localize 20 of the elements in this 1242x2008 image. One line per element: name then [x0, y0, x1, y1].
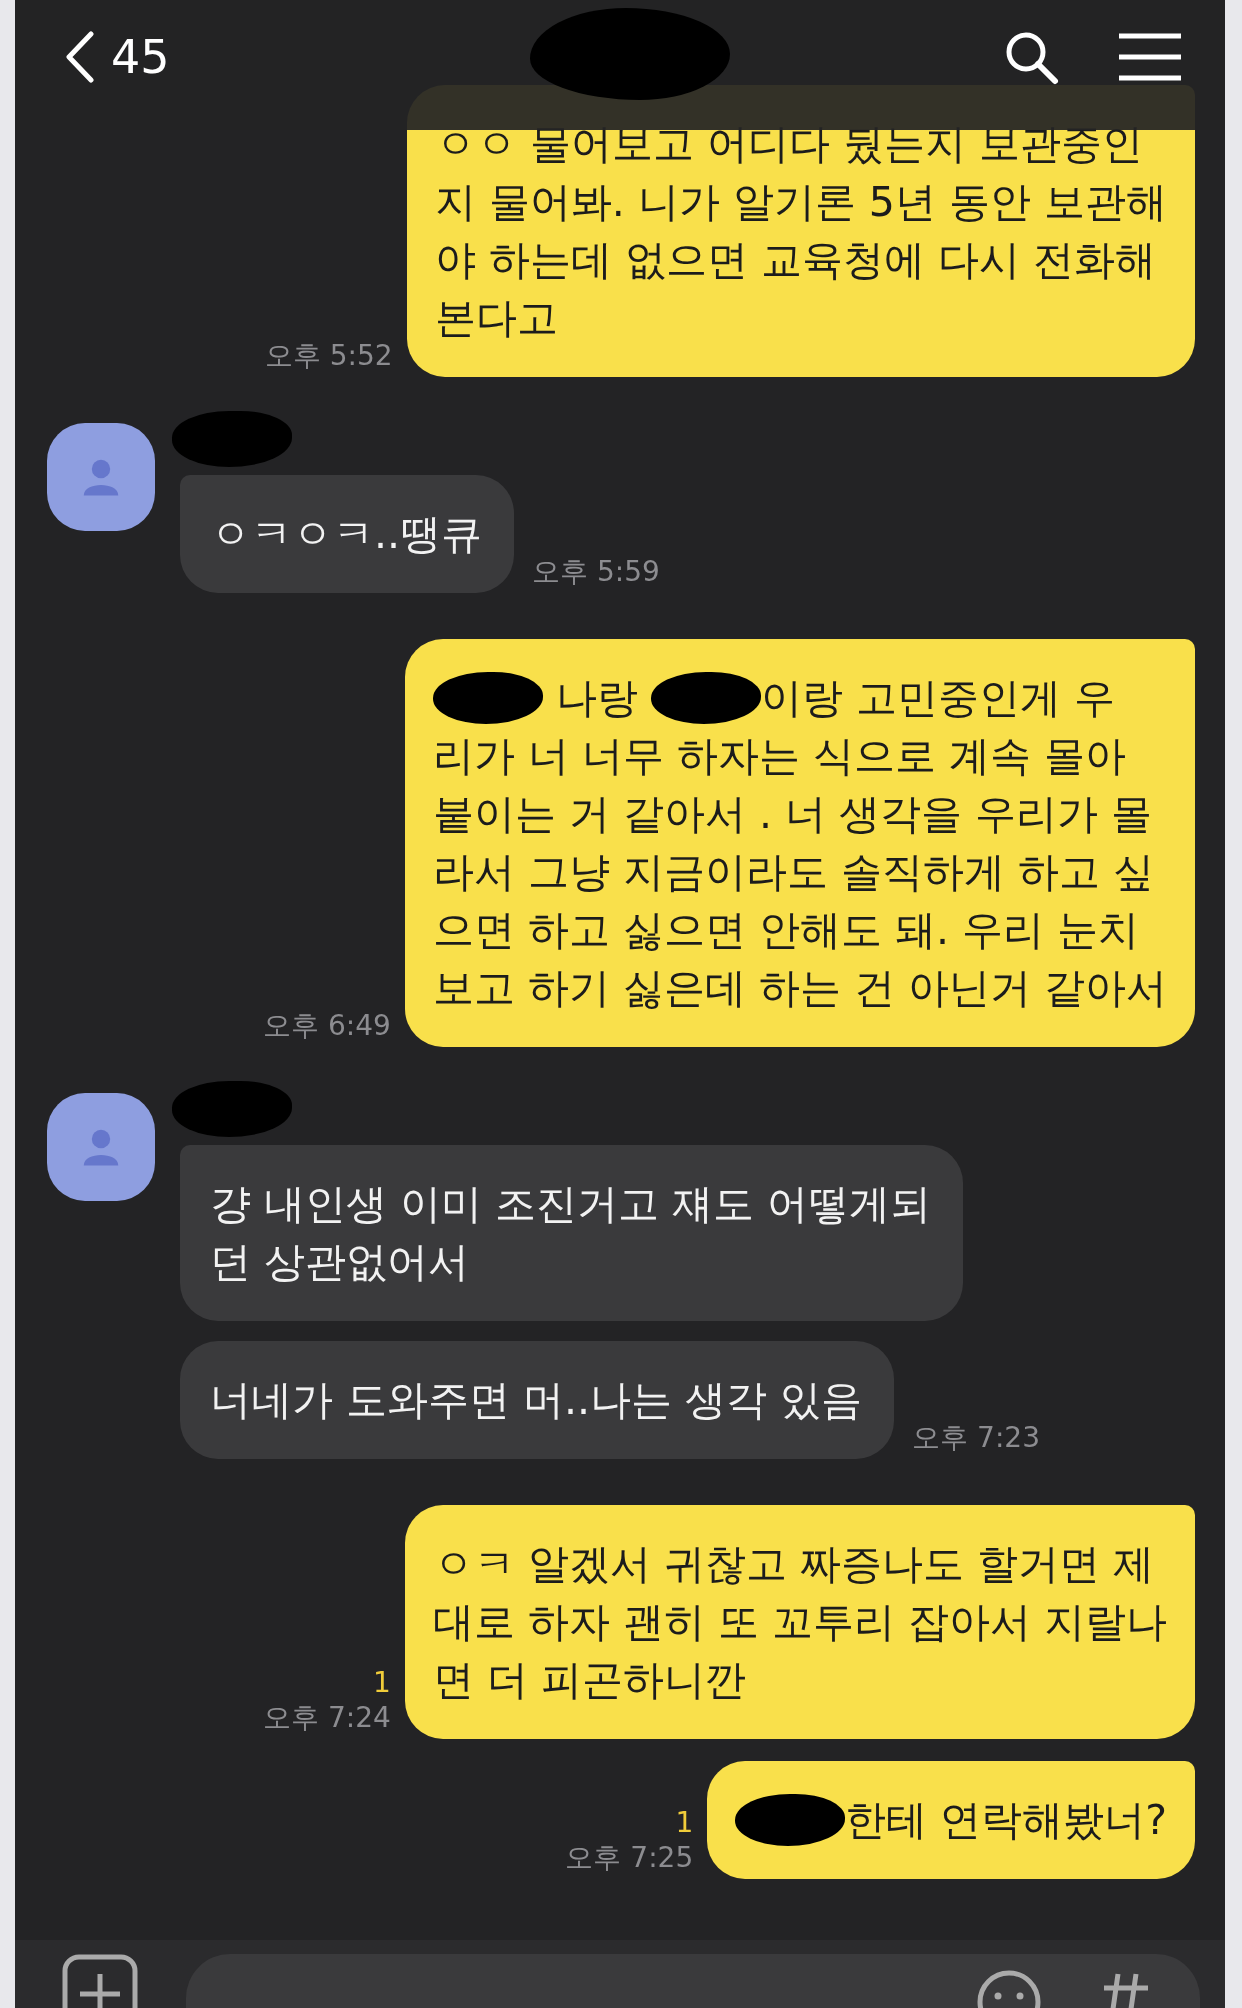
- message-bubble: ㅇㅋ 알겠서 귀찮고 짜증나도 할거면 제 대로 하자 괜히 또 꼬투리 잡아서 지랄나 면 더 피곤하니깐: [404, 1505, 1195, 1739]
- avatar-icon[interactable]: [47, 423, 155, 531]
- message-bubble: 걍 내인생 이미 조진거고 쟤도 어떻게되 던 상관없어서: [180, 1145, 964, 1321]
- message-bubble: 너네가 도와주면 머..나는 생각 있음: [180, 1341, 895, 1459]
- message-bubble: 나랑 이랑 고민중인게 우 리가 너 너무 하자는 식으로 계속 몰아 붙이는 거 같아서 . 너 생각을 우리가 몰 라서 그냥 지금이라도 솔직하게 하고 싶 으면 하고 싫으면 안해도 돼. 우리 눈치 보고 하기 싫은데 하는 건 아닌거 같아서: [404, 639, 1195, 1047]
- back-icon[interactable]: [65, 31, 95, 83]
- message-time: 오후 7:24: [263, 1700, 391, 1736]
- add-icon[interactable]: [62, 1954, 138, 2008]
- unread-count: 45: [111, 30, 170, 84]
- message-time: 오후 6:49: [263, 1008, 391, 1044]
- message-bubble: ㅇㅋㅇㅋ..땡큐: [180, 475, 515, 593]
- message-time: 오후 7:23: [912, 1420, 1040, 1456]
- message-time: 오후 5:52: [264, 338, 393, 374]
- message-time: 오후 5:59: [532, 554, 660, 590]
- unread-count: 1: [372, 1666, 391, 1699]
- unread-count: 1: [675, 1806, 694, 1839]
- message-bubble: 한테 연락해봤너?: [707, 1761, 1195, 1879]
- message-time: 오후 7:25: [565, 1840, 694, 1876]
- avatar-icon[interactable]: [47, 1093, 155, 1201]
- menu-icon[interactable]: [1117, 32, 1183, 82]
